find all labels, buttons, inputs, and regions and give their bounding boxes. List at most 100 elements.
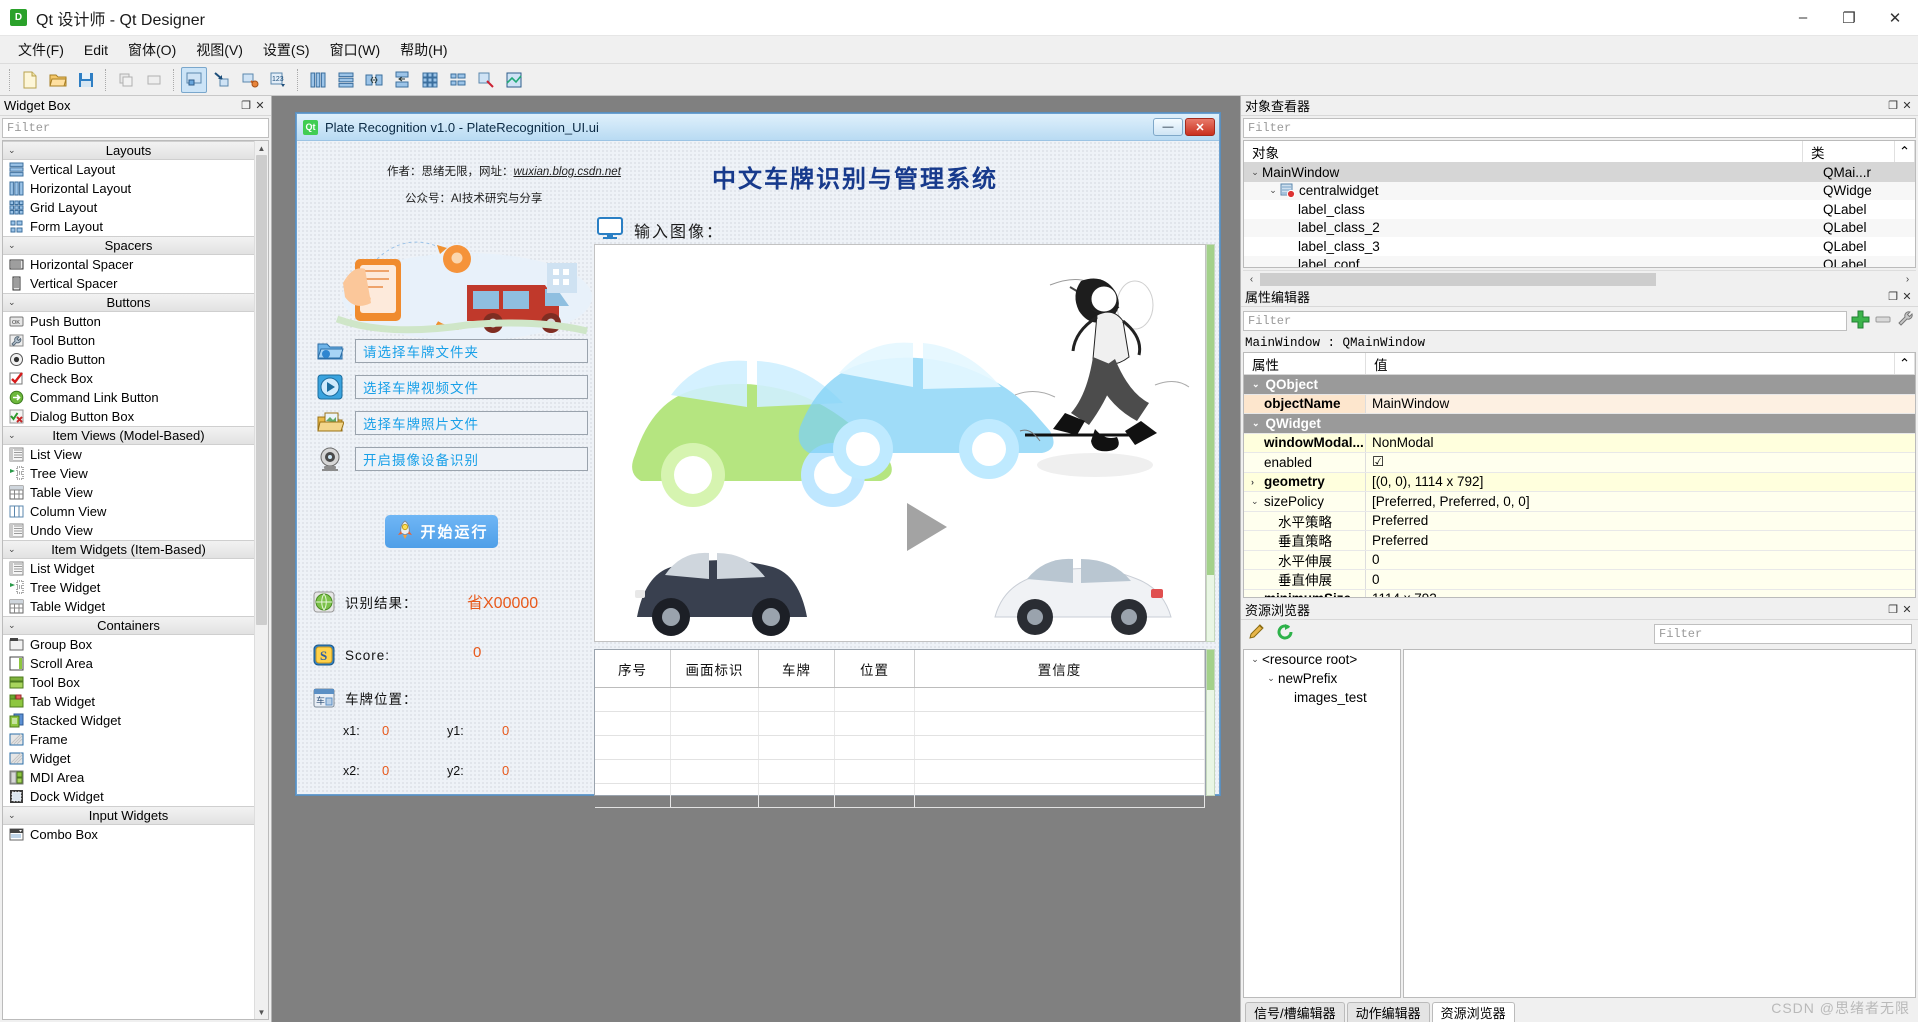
- widget-item-tool-button[interactable]: Tool Button: [3, 331, 254, 350]
- table-row[interactable]: [595, 688, 1205, 712]
- property-row[interactable]: › geometry [(0, 0), 1114 x 792]: [1244, 472, 1915, 492]
- widget-item-form-layout[interactable]: Form Layout: [3, 217, 254, 236]
- table-scrollbar[interactable]: [1206, 649, 1215, 796]
- object-inspector-filter-input[interactable]: Filter: [1243, 118, 1916, 138]
- float-icon[interactable]: ❐: [1886, 99, 1900, 113]
- widget-group-item-widgets-item-based[interactable]: ⌄ Item Widgets (Item-Based): [3, 540, 254, 559]
- form-body[interactable]: 作者：思绪无限，网址：wuxian.blog.csdn.net 公众号：AI技术…: [297, 141, 1219, 808]
- object-tree-row[interactable]: ⌄ MainWindow QMai...r: [1244, 163, 1915, 182]
- widget-group-item-views-model-based[interactable]: ⌄ Item Views (Model-Based): [3, 426, 254, 445]
- widget-item-horizontal-spacer[interactable]: Horizontal Spacer: [3, 255, 254, 274]
- menu-form[interactable]: 窗体(O): [118, 36, 186, 64]
- chevron-down-icon[interactable]: ⌄: [1266, 185, 1280, 196]
- property-value[interactable]: MainWindow: [1366, 395, 1915, 414]
- widget-item-stacked-widget[interactable]: Stacked Widget: [3, 711, 254, 730]
- edit-buddies-icon[interactable]: [237, 67, 263, 93]
- close-icon[interactable]: ✕: [1900, 99, 1914, 113]
- property-value[interactable]: NonModal: [1366, 434, 1915, 453]
- layout-grid-icon[interactable]: [417, 67, 443, 93]
- widget-item-tree-view[interactable]: Tree View: [3, 464, 254, 483]
- adjust-size-icon[interactable]: [501, 67, 527, 93]
- float-icon[interactable]: ❐: [1886, 290, 1900, 304]
- widget-item-push-button[interactable]: OK Push Button: [3, 312, 254, 331]
- chevron-down-icon[interactable]: ⌄: [1252, 418, 1260, 429]
- widget-item-undo-view[interactable]: Undo View: [3, 521, 254, 540]
- widget-item-list-view[interactable]: List View: [3, 445, 254, 464]
- object-tree-row[interactable]: label_conf QLabel: [1244, 255, 1915, 267]
- chevron-down-icon[interactable]: ⌄: [1248, 167, 1262, 178]
- open-camera-field[interactable]: 开启摄像设备识别: [355, 447, 588, 471]
- redo-icon[interactable]: [141, 67, 167, 93]
- chevron-down-icon[interactable]: ⌄: [1248, 654, 1262, 665]
- menu-window[interactable]: 窗口(W): [320, 36, 391, 64]
- open-file-icon[interactable]: [45, 67, 71, 93]
- object-tree-row[interactable]: label_class_2 QLabel: [1244, 218, 1915, 237]
- widget-item-combo-box[interactable]: Combo Box: [3, 825, 254, 844]
- layout-form-icon[interactable]: [445, 67, 471, 93]
- property-row[interactable]: objectName MainWindow: [1244, 394, 1915, 414]
- table-row[interactable]: [595, 712, 1205, 736]
- resource-tree-item[interactable]: images_test: [1244, 688, 1400, 707]
- author-link[interactable]: wuxian.blog.csdn.net: [514, 166, 621, 178]
- bottom-tab[interactable]: 信号/槽编辑器: [1245, 1002, 1345, 1022]
- edit-widgets-icon[interactable]: [181, 66, 207, 93]
- widget-item-command-link-button[interactable]: Command Link Button: [3, 388, 254, 407]
- close-button[interactable]: ✕: [1872, 0, 1918, 36]
- layout-splitter-vertical-icon[interactable]: [389, 67, 415, 93]
- select-plate-video-button[interactable]: 选择车牌视频文件: [315, 373, 588, 401]
- property-row[interactable]: ⌄ QObject: [1244, 375, 1915, 395]
- scroll-up-icon[interactable]: ⌃: [1895, 141, 1915, 162]
- widget-item-mdi-area[interactable]: MDI Area: [3, 768, 254, 787]
- bottom-tab[interactable]: 资源浏览器: [1431, 1002, 1515, 1022]
- property-filter-input[interactable]: Filter: [1243, 310, 1847, 331]
- widget-item-radio-button[interactable]: Radio Button: [3, 350, 254, 369]
- select-plate-folder-field[interactable]: 请选择车牌文件夹: [355, 339, 588, 363]
- widget-item-grid-layout[interactable]: Grid Layout: [3, 198, 254, 217]
- pencil-icon[interactable]: [1247, 622, 1267, 645]
- property-row[interactable]: ⌄ minimumSize 1114 x 792: [1244, 589, 1915, 597]
- resource-tree-item[interactable]: ⌄ <resource root>: [1244, 650, 1400, 669]
- widget-item-frame[interactable]: Frame: [3, 730, 254, 749]
- property-row[interactable]: windowModal... NonModal: [1244, 433, 1915, 453]
- widget-item-check-box[interactable]: Check Box: [3, 369, 254, 388]
- resource-tree[interactable]: ⌄ <resource root> ⌄ newPrefix images_test: [1243, 649, 1401, 998]
- table-row[interactable]: [595, 784, 1205, 808]
- menu-settings[interactable]: 设置(S): [253, 36, 320, 64]
- property-row[interactable]: ⌄ QWidget: [1244, 414, 1915, 434]
- close-icon[interactable]: ✕: [1900, 603, 1914, 617]
- chevron-icon[interactable]: ⌄: [1251, 593, 1259, 597]
- edit-tab-order-icon[interactable]: 123: [265, 67, 291, 93]
- run-button[interactable]: 开始运行: [385, 515, 498, 548]
- break-layout-icon[interactable]: [473, 67, 499, 93]
- preview-scrollbar[interactable]: [1206, 244, 1215, 642]
- widget-item-scroll-area[interactable]: Scroll Area: [3, 654, 254, 673]
- widget-item-tree-widget[interactable]: Tree Widget: [3, 578, 254, 597]
- close-icon[interactable]: ✕: [1900, 290, 1914, 304]
- widget-group-layouts[interactable]: ⌄ Layouts: [3, 141, 254, 160]
- form-canvas-area[interactable]: Qt Plate Recognition v1.0 - PlateRecogni…: [272, 96, 1240, 1022]
- property-value[interactable]: [1321, 414, 1915, 433]
- float-icon[interactable]: ❐: [1886, 603, 1900, 617]
- scroll-down-icon[interactable]: ▼: [255, 1005, 268, 1019]
- chevron-down-icon[interactable]: ⌄: [1264, 673, 1278, 684]
- property-value[interactable]: Preferred: [1366, 531, 1915, 550]
- widget-item-dock-widget[interactable]: Dock Widget: [3, 787, 254, 806]
- chevron-down-icon[interactable]: ⌄: [1252, 379, 1260, 390]
- property-value[interactable]: [(0, 0), 1114 x 792]: [1366, 473, 1915, 492]
- scrollbar-thumb[interactable]: [256, 155, 267, 625]
- property-value[interactable]: 0: [1366, 551, 1915, 570]
- property-value[interactable]: [1318, 375, 1915, 394]
- bottom-tab[interactable]: 动作编辑器: [1346, 1002, 1430, 1022]
- property-row[interactable]: enabled ☑: [1244, 453, 1915, 473]
- plus-green-icon[interactable]: [1850, 309, 1870, 332]
- object-tree-row[interactable]: label_class QLabel: [1244, 200, 1915, 219]
- object-tree-hscrollbar[interactable]: ‹ ›: [1243, 270, 1916, 287]
- wrench-icon[interactable]: [1896, 309, 1916, 332]
- widget-item-dialog-button-box[interactable]: Dialog Button Box: [3, 407, 254, 426]
- reload-green-icon[interactable]: [1275, 622, 1295, 645]
- scroll-left-icon[interactable]: ‹: [1243, 274, 1260, 285]
- widget-item-widget[interactable]: Widget: [3, 749, 254, 768]
- preview-scrollbar-thumb[interactable]: [1207, 245, 1214, 575]
- close-icon[interactable]: ✕: [253, 99, 267, 113]
- hscroll-thumb[interactable]: [1260, 272, 1657, 286]
